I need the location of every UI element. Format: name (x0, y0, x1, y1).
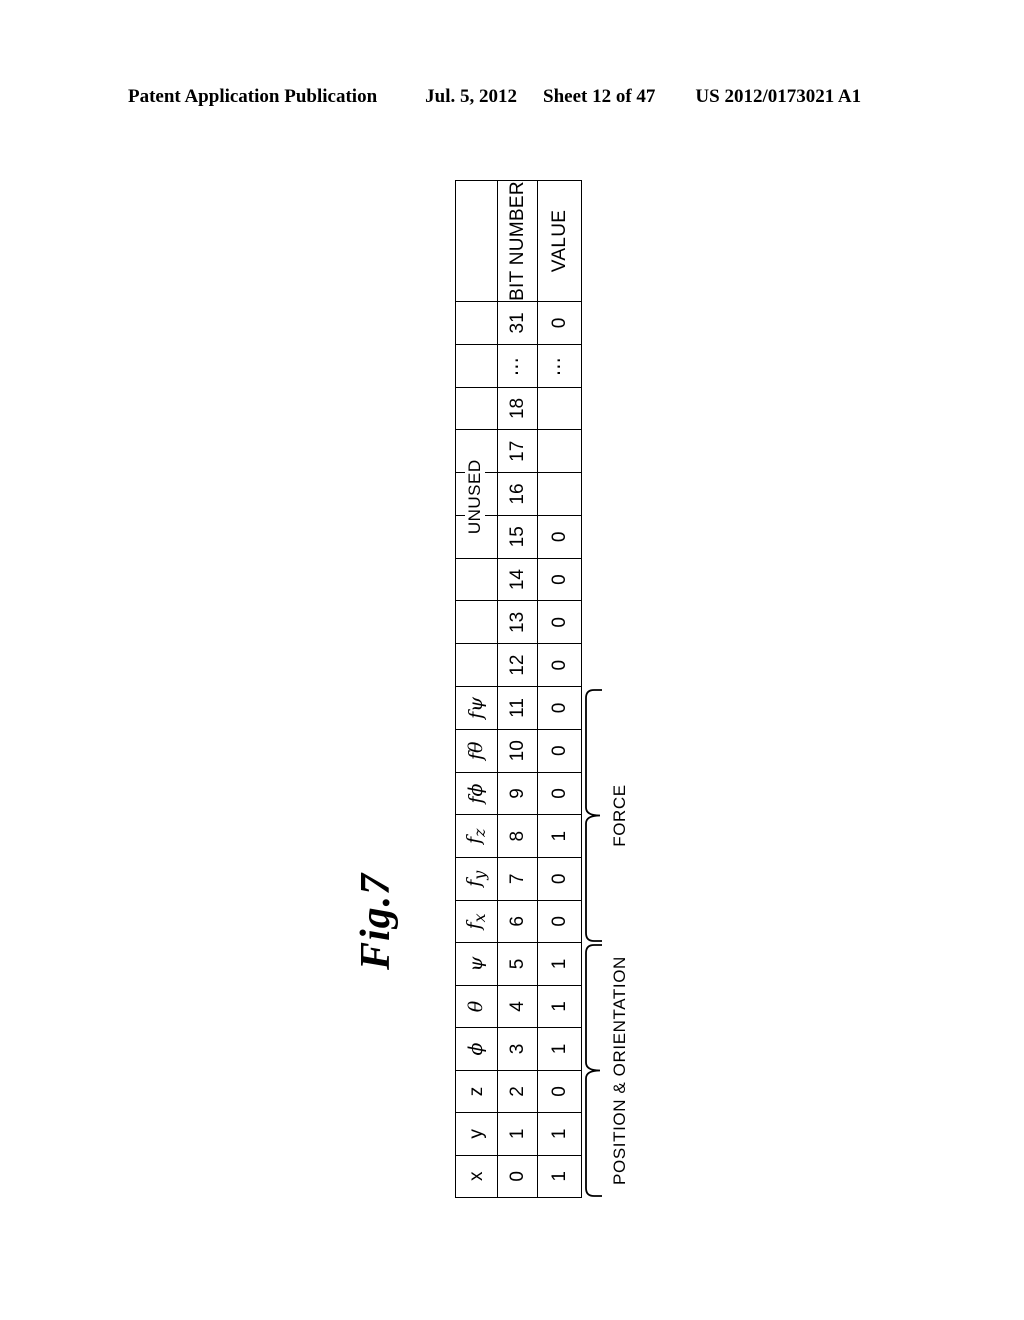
value-cell-4: 1 (537, 985, 582, 1028)
field-label-cell-y: y (455, 1112, 498, 1156)
bit-number-cell-31: 31 (497, 301, 538, 345)
publication-number: US 2012/0173021 A1 (695, 86, 862, 107)
publication-date: Jul. 5, 2012 (425, 86, 517, 107)
brace-label-position-orientation: POSITION & ORIENTATION (610, 956, 629, 1185)
bit-number-cell-17: 17 (497, 429, 538, 473)
field-label-cell-empty-31 (455, 301, 498, 345)
bit-number-cell-7: 7 (497, 857, 538, 901)
value-cell-15: 0 (537, 515, 582, 559)
field-label-cell-fϕ: fϕ (455, 772, 498, 815)
sheet-number: Sheet 12 of 47 (543, 86, 656, 107)
bit-number-cell-4: 4 (497, 985, 538, 1028)
value-cell-10: 0 (537, 729, 582, 773)
value-cell-31: 0 (537, 301, 582, 345)
bit-number-cell-13: 13 (497, 600, 538, 644)
bit-number-cell-2: 2 (497, 1070, 538, 1113)
field-label-cell-fz: fz (455, 814, 498, 858)
bit-number-cell-16: 16 (497, 472, 538, 516)
bit-number-cell-8: 8 (497, 814, 538, 858)
field-label-cell-empty-18 (455, 387, 498, 430)
header-corner-cell (455, 180, 498, 302)
field-label-cell-empty-14 (455, 558, 498, 601)
unused-section-label: UNUSED (465, 457, 485, 537)
figure-7-diagram: x y z ϕ θ ψ fx fy fz fϕ fθ fψ 0 1 2 3 4 5 6 7 8 9 10 11 12 13 14 1… (455, 180, 705, 1198)
bit-field-table: x y z ϕ θ ψ fx fy fz fϕ fθ fψ 0 1 2 3 4 5 6 7 8 9 10 11 12 13 14 1… (455, 180, 582, 1198)
bit-number-cell-3: 3 (497, 1027, 538, 1071)
field-label-cell-fx: fx (455, 900, 498, 943)
field-label-cell-ϕ: ϕ (455, 1027, 498, 1071)
brace-position-orientation: POSITION & ORIENTATION (584, 943, 629, 1198)
bit-number-cell-1: 1 (497, 1112, 538, 1156)
figure-label: Fig.7 (353, 872, 399, 970)
value-cell-17 (537, 429, 582, 473)
brace-label-force: FORCE (610, 784, 629, 847)
value-cell-0: 1 (537, 1155, 582, 1198)
value-cell-9: 0 (537, 772, 582, 815)
publication-title: Patent Application Publication (128, 86, 378, 107)
value-cell-13: 0 (537, 600, 582, 644)
bit-number-header: BIT NUMBER (497, 180, 538, 302)
value-cell-8: 1 (537, 814, 582, 858)
value-cell-5: 1 (537, 942, 582, 986)
bit-number-cell-14: 14 (497, 558, 538, 601)
brace-force: FORCE (584, 688, 629, 943)
value-cell-7: 0 (537, 857, 582, 901)
value-header: VALUE (537, 180, 582, 302)
field-label-cell-fθ: fθ (455, 729, 498, 773)
field-label-cell-empty-⋯ (455, 344, 498, 388)
value-cell-6: 0 (537, 900, 582, 943)
table-row-field-labels: x y z ϕ θ ψ fx fy fz fϕ fθ fψ (455, 180, 498, 1198)
bit-number-cell-11: 11 (497, 686, 538, 730)
value-cell-1: 1 (537, 1112, 582, 1156)
value-cell-3: 1 (537, 1027, 582, 1071)
value-cell-14: 0 (537, 558, 582, 601)
value-cell-11: 0 (537, 686, 582, 730)
bit-number-cell-5: 5 (497, 942, 538, 986)
field-label-cell-empty-12 (455, 643, 498, 687)
bit-number-cell-0: 0 (497, 1155, 538, 1198)
table-row-bit-numbers: 0 1 2 3 4 5 6 7 8 9 10 11 12 13 14 15 16 17 18 ⋯ 31 BIT NUMBE… (497, 180, 538, 1198)
field-label-cell-fy: fy (455, 857, 498, 901)
bit-number-cell-15: 15 (497, 515, 538, 559)
bit-number-cell-9: 9 (497, 772, 538, 815)
patent-page-header: Patent Application Publication Jul. 5, 2… (128, 86, 898, 108)
value-cell-⋯: ⋯ (537, 344, 582, 388)
bit-number-cell-6: 6 (497, 900, 538, 943)
field-label-cell-θ: θ (455, 985, 498, 1028)
field-label-cell-fψ: fψ (455, 686, 498, 730)
bit-number-cell-⋯: ⋯ (497, 344, 538, 388)
value-cell-12: 0 (537, 643, 582, 687)
bit-number-cell-10: 10 (497, 729, 538, 773)
value-cell-2: 0 (537, 1070, 582, 1113)
field-label-cell-empty-13 (455, 600, 498, 644)
field-label-cell-z: z (455, 1070, 498, 1113)
value-cell-18 (537, 387, 582, 430)
table-row-values: 1 1 0 1 1 1 0 0 1 0 0 0 0 0 0 0 ⋯ 0 VALUE (537, 180, 582, 1198)
bit-number-cell-12: 12 (497, 643, 538, 687)
value-cell-16 (537, 472, 582, 516)
field-label-cell-x: x (455, 1155, 498, 1198)
field-label-cell-ψ: ψ (455, 942, 498, 986)
bit-number-cell-18: 18 (497, 387, 538, 430)
